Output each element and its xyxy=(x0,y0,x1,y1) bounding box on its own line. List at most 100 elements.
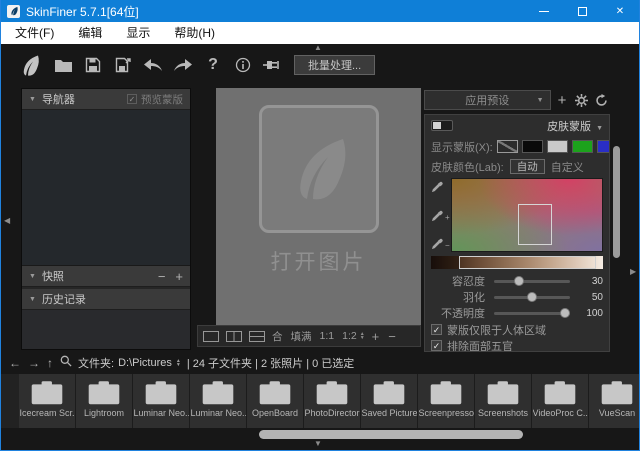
reset-preset-button[interactable] xyxy=(593,91,610,109)
eyedropper-subtract-button[interactable]: − xyxy=(431,237,450,250)
split-horizontal-icon[interactable] xyxy=(249,331,265,342)
navigator-preview-area xyxy=(22,110,190,266)
snapshot-add-button[interactable]: + xyxy=(175,270,183,283)
zoom-1-1-button[interactable]: 1:1 xyxy=(320,330,335,342)
save-button[interactable] xyxy=(78,51,108,79)
folder-item[interactable]: VideoProc C... xyxy=(532,374,589,428)
slider-thumb[interactable] xyxy=(527,292,537,302)
file-browser-bar: ← → ↑ 文件夹: D:\Pictures ▲▼ | 24 子文件夹 | 2 … xyxy=(1,353,640,372)
fit-view-button[interactable]: 合 xyxy=(272,329,283,344)
open-image-label: 打开图片 xyxy=(271,246,367,276)
zoom-spinner[interactable]: ▲▼ xyxy=(360,332,365,340)
skin-mask-header[interactable]: 皮肤蒙版▼ xyxy=(431,115,603,136)
open-image-dropzone[interactable] xyxy=(259,105,379,233)
collapse-bottom-arrow-icon[interactable]: ▼ xyxy=(314,440,322,448)
info-button[interactable] xyxy=(228,51,258,79)
right-panel-scrollbar[interactable] xyxy=(613,146,620,258)
split-vertical-icon[interactable] xyxy=(226,331,242,342)
mask-enable-toggle[interactable] xyxy=(431,120,453,131)
menu-file[interactable]: 文件(F) xyxy=(3,22,66,44)
folder-item[interactable]: Luminar Neo... xyxy=(133,374,190,428)
history-header[interactable]: ▼ 历史记录 xyxy=(22,289,190,310)
folder-item[interactable]: VueScan xyxy=(589,374,640,428)
mask-color-none-swatch[interactable] xyxy=(497,140,518,153)
tolerance-slider[interactable] xyxy=(494,280,570,283)
opacity-slider[interactable] xyxy=(494,312,570,315)
mask-color-blue-swatch[interactable] xyxy=(597,140,610,153)
up-folder-button[interactable]: ↑ xyxy=(47,357,53,369)
auto-skin-color-button[interactable]: 自动 xyxy=(510,159,545,174)
exclude-features-checkbox-row[interactable]: ✓ 排除面部五官 xyxy=(431,338,603,352)
thumbnail-scrollbar[interactable] xyxy=(259,430,523,439)
slider-thumb[interactable] xyxy=(560,308,570,318)
fill-view-button[interactable]: 填满 xyxy=(291,329,312,344)
opacity-slider-row: 不透明度 100 xyxy=(431,305,603,321)
snapshot-header[interactable]: ▼ 快照 − + xyxy=(22,266,190,287)
preview-mask-label: 预览蒙版 xyxy=(141,92,183,107)
preset-toolbar: 应用预设 ▼ + xyxy=(424,90,610,110)
exclude-features-checkbox[interactable]: ✓ xyxy=(431,340,442,351)
zoom-in-button[interactable]: + xyxy=(372,329,380,344)
mask-color-green-swatch[interactable] xyxy=(572,140,593,153)
folder-item[interactable]: Screenpresso xyxy=(418,374,475,428)
collapse-left-arrow-icon[interactable]: ◀ xyxy=(4,217,10,225)
single-view-icon[interactable] xyxy=(203,331,219,342)
add-preset-button[interactable]: + xyxy=(554,91,571,109)
minimize-button[interactable] xyxy=(525,0,563,22)
lab-color-plane[interactable] xyxy=(451,178,603,252)
navigator-header[interactable]: ▼ 导航器 ✓ 预览蒙版 xyxy=(22,89,190,110)
folder-path[interactable]: D:\Pictures xyxy=(118,357,172,369)
save-as-button[interactable] xyxy=(108,51,138,79)
main-toolbar: ? 批量处理... xyxy=(1,49,375,81)
folder-item[interactable]: Screenshots xyxy=(475,374,532,428)
body-area-checkbox-row[interactable]: ✓ 蒙版仅限于人体区域 xyxy=(431,322,603,337)
forward-button[interactable]: → xyxy=(28,357,40,369)
apply-preset-dropdown[interactable]: 应用预设 ▼ xyxy=(424,90,551,110)
batch-process-button[interactable]: 批量处理... xyxy=(294,55,375,75)
plugin-button[interactable] xyxy=(258,51,288,79)
eyedropper-button[interactable] xyxy=(431,180,444,193)
menu-bar: 文件(F) 编辑 显示 帮助(H) xyxy=(1,22,639,44)
folder-label: 文件夹: xyxy=(78,355,114,371)
search-icon[interactable] xyxy=(60,355,72,370)
redo-button[interactable] xyxy=(168,51,198,79)
app-logo-leaf-icon xyxy=(12,51,48,79)
close-button[interactable]: ✕ xyxy=(601,0,639,22)
menu-help[interactable]: 帮助(H) xyxy=(162,22,227,44)
preset-settings-button[interactable] xyxy=(573,91,590,109)
color-range-selection-box[interactable] xyxy=(518,204,552,245)
collapse-right-arrow-icon[interactable]: ▶ xyxy=(630,268,636,276)
folder-item[interactable]: Saved Pictures xyxy=(361,374,418,428)
maximize-button[interactable] xyxy=(563,0,601,22)
preview-mask-checkbox[interactable]: ✓ xyxy=(127,94,137,104)
mask-color-black-swatch[interactable] xyxy=(522,140,543,153)
undo-button[interactable] xyxy=(138,51,168,79)
tone-range-selection[interactable] xyxy=(459,256,597,269)
skin-tone-strip[interactable] xyxy=(431,256,603,269)
collapse-caret-icon: ▼ xyxy=(29,296,36,303)
menu-edit[interactable]: 编辑 xyxy=(66,22,114,44)
menu-view[interactable]: 显示 xyxy=(114,22,162,44)
back-button[interactable]: ← xyxy=(9,357,21,369)
folder-item[interactable]: Lightroom xyxy=(76,374,133,428)
show-mask-label: 显示蒙版(X): xyxy=(431,139,493,155)
mask-color-white-swatch[interactable] xyxy=(547,140,568,153)
body-area-checkbox[interactable]: ✓ xyxy=(431,324,442,335)
zoom-out-button[interactable]: − xyxy=(388,329,396,344)
folder-item[interactable]: Icecream Scr... xyxy=(19,374,76,428)
help-button[interactable]: ? xyxy=(198,51,228,79)
folder-item[interactable]: PhotoDirector xyxy=(304,374,361,428)
slider-thumb[interactable] xyxy=(514,276,524,286)
folder-item[interactable]: Luminar Neo... xyxy=(190,374,247,428)
zoom-1-2-button[interactable]: 1:2 xyxy=(342,330,357,342)
eyedropper-add-button[interactable]: + xyxy=(431,209,450,222)
image-canvas[interactable]: 打开图片 xyxy=(216,88,421,325)
snapshot-remove-button[interactable]: − xyxy=(158,270,166,283)
title-bar: SkinFiner 5.7.1[64位] ✕ xyxy=(1,0,639,22)
custom-skin-color-label[interactable]: 自定义 xyxy=(551,159,584,175)
folder-item[interactable]: OpenBoard xyxy=(247,374,304,428)
feather-slider[interactable] xyxy=(494,296,570,299)
navigator-title: 导航器 xyxy=(42,91,75,107)
folder-path-spinner[interactable]: ▲▼ xyxy=(176,359,181,367)
open-folder-button[interactable] xyxy=(48,51,78,79)
